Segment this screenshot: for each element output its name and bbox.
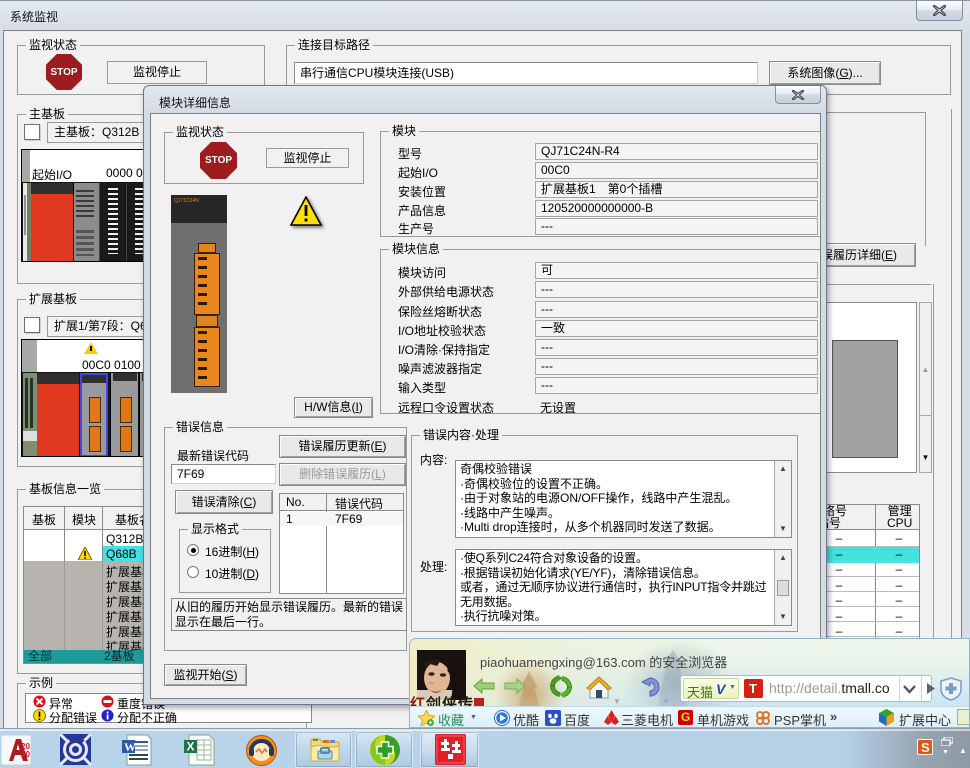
svg-text:X: X	[187, 740, 195, 754]
svg-text:W: W	[124, 740, 136, 754]
svg-text:10: 10	[21, 750, 30, 759]
